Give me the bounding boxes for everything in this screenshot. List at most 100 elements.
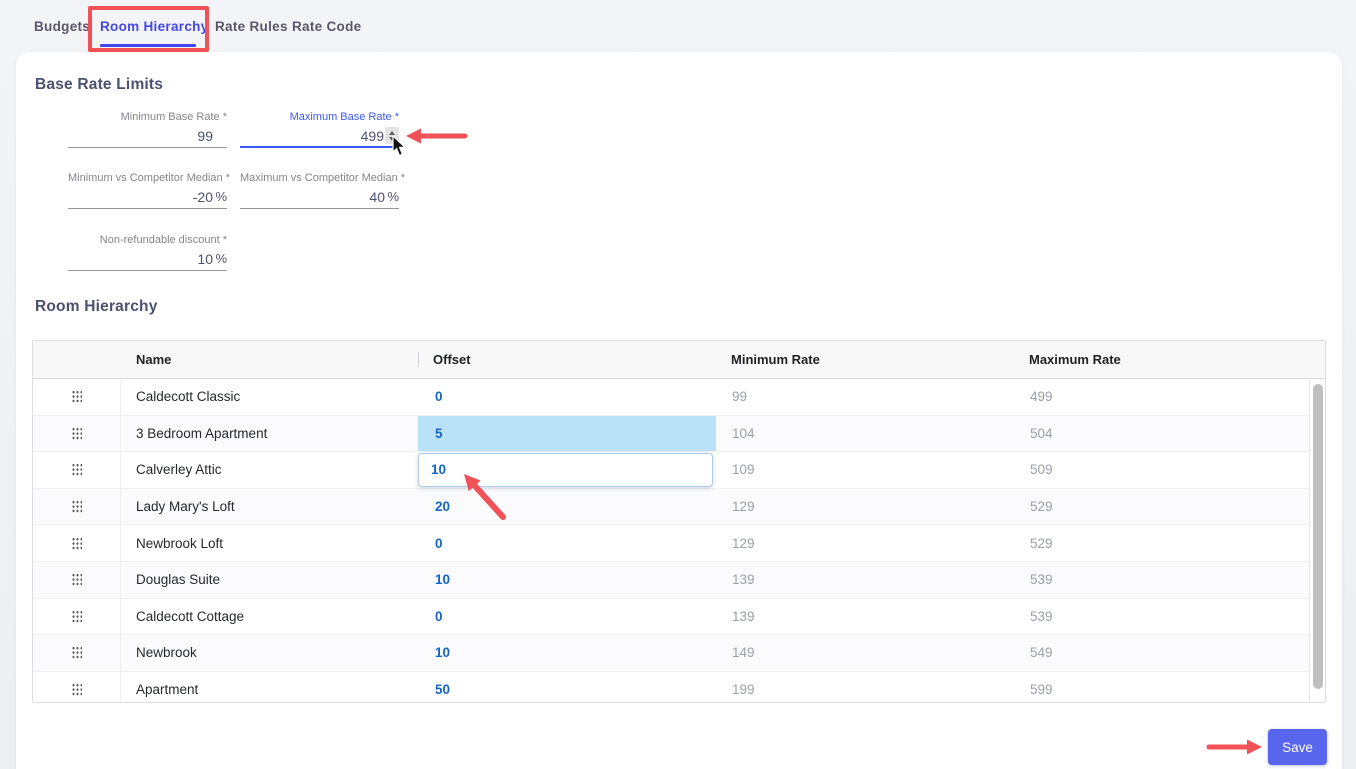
table-row: Douglas Suite 10 139 539 bbox=[33, 562, 1325, 599]
drag-handle-icon[interactable] bbox=[71, 499, 82, 514]
room-name-cell: Newbrook bbox=[121, 635, 418, 671]
field-label: Minimum vs Competitor Median * bbox=[68, 172, 227, 184]
min-vs-competitor-input[interactable]: -20 bbox=[193, 189, 213, 205]
room-name-cell: Caldecott Classic bbox=[121, 379, 418, 415]
minimum-rate-cell: 129 bbox=[716, 489, 1014, 525]
table-row: 3 Bedroom Apartment 5 104 504 bbox=[33, 416, 1325, 453]
offset-cell[interactable]: 10 bbox=[418, 562, 716, 598]
drag-handle-icon[interactable] bbox=[71, 536, 82, 551]
maximum-base-rate-field: Maximum Base Rate * 499 bbox=[240, 111, 399, 148]
minimum-rate-cell: 99 bbox=[716, 379, 1014, 415]
minimum-rate-cell: 139 bbox=[716, 599, 1014, 635]
column-divider bbox=[418, 352, 419, 367]
minimum-base-rate-input[interactable]: 99 bbox=[197, 128, 213, 144]
maximum-rate-cell: 499 bbox=[1014, 379, 1325, 415]
drag-handle-cell bbox=[33, 672, 121, 703]
offset-cell[interactable]: 20 bbox=[418, 489, 716, 525]
drag-handle-column-header bbox=[33, 341, 121, 378]
table-row: Caldecott Cottage 0 139 539 bbox=[33, 599, 1325, 636]
minimum-rate-column-header: Minimum Rate bbox=[716, 341, 1014, 378]
number-stepper-icon[interactable] bbox=[385, 127, 399, 144]
maximum-rate-cell: 599 bbox=[1014, 672, 1325, 703]
drag-handle-icon[interactable] bbox=[71, 645, 82, 660]
field-underline bbox=[68, 208, 227, 209]
field-underline-focused bbox=[240, 146, 399, 148]
scrollbar-thumb[interactable] bbox=[1313, 384, 1323, 689]
room-name-cell: Newbrook Loft bbox=[121, 525, 418, 561]
minimum-rate-cell: 149 bbox=[716, 635, 1014, 671]
drag-handle-icon[interactable] bbox=[71, 462, 82, 477]
maximum-rate-cell: 529 bbox=[1014, 525, 1325, 561]
tab-rate-rules[interactable]: Rate Rules bbox=[215, 0, 288, 52]
room-name-cell: Apartment bbox=[121, 672, 418, 703]
maximum-base-rate-input[interactable]: 499 bbox=[361, 128, 384, 144]
tab-rate-code[interactable]: Rate Code bbox=[292, 0, 361, 52]
maximum-rate-cell: 509 bbox=[1014, 452, 1325, 488]
stepper-up-icon[interactable] bbox=[389, 131, 395, 135]
room-name-cell: 3 Bedroom Apartment bbox=[121, 416, 418, 452]
non-refundable-discount-input[interactable]: 10 bbox=[197, 251, 213, 267]
save-button[interactable]: Save bbox=[1268, 729, 1327, 765]
offset-cell[interactable]: 10 bbox=[418, 453, 713, 487]
non-refundable-discount-field: Non-refundable discount * 10 % bbox=[68, 234, 227, 271]
drag-handle-cell bbox=[33, 379, 121, 415]
maximum-rate-cell: 549 bbox=[1014, 635, 1325, 671]
offset-cell[interactable]: 0 bbox=[418, 599, 716, 635]
table-row: Newbrook 10 149 549 bbox=[33, 635, 1325, 672]
table-row: Lady Mary's Loft 20 129 529 bbox=[33, 489, 1325, 526]
offset-cell[interactable]: 0 bbox=[418, 525, 716, 561]
field-underline bbox=[68, 270, 227, 271]
max-vs-competitor-median-field: Maximum vs Competitor Median * 40 % bbox=[240, 172, 399, 209]
room-hierarchy-heading: Room Hierarchy bbox=[35, 298, 158, 316]
room-name-cell: Calverley Attic bbox=[121, 452, 418, 488]
minimum-rate-cell: 104 bbox=[716, 416, 1014, 452]
tab-budgets[interactable]: Budgets bbox=[34, 0, 90, 52]
offset-cell[interactable]: 50 bbox=[418, 672, 716, 703]
field-label: Non-refundable discount * bbox=[68, 234, 227, 246]
drag-handle-icon[interactable] bbox=[71, 682, 82, 697]
maximum-rate-cell: 529 bbox=[1014, 489, 1325, 525]
max-vs-competitor-input[interactable]: 40 bbox=[369, 189, 385, 205]
drag-handle-cell bbox=[33, 599, 121, 635]
offset-column-header: Offset bbox=[418, 341, 716, 378]
percent-suffix: % bbox=[385, 189, 399, 204]
drag-handle-icon[interactable] bbox=[71, 609, 82, 624]
room-hierarchy-table: Name Offset Minimum Rate Maximum Rate Ca… bbox=[32, 340, 1326, 703]
table-scrollbar[interactable] bbox=[1309, 380, 1325, 702]
drag-handle-cell bbox=[33, 635, 121, 671]
table-row: Caldecott Classic 0 99 499 bbox=[33, 379, 1325, 416]
field-label: Maximum vs Competitor Median * bbox=[240, 172, 399, 184]
room-name-cell: Lady Mary's Loft bbox=[121, 489, 418, 525]
drag-handle-cell bbox=[33, 452, 121, 488]
field-label: Maximum Base Rate * bbox=[240, 111, 399, 123]
percent-suffix: % bbox=[213, 251, 227, 266]
content-card: Base Rate Limits Minimum Base Rate * 99 … bbox=[16, 52, 1342, 769]
table-row: Apartment 50 199 599 bbox=[33, 672, 1325, 703]
annotation-arrow-right-icon bbox=[1206, 738, 1264, 756]
minimum-rate-cell: 129 bbox=[716, 525, 1014, 561]
active-tab-underline bbox=[100, 44, 196, 47]
base-rate-limits-heading: Base Rate Limits bbox=[35, 76, 163, 94]
minimum-base-rate-field: Minimum Base Rate * 99 bbox=[68, 111, 227, 148]
drag-handle-icon[interactable] bbox=[71, 426, 82, 441]
room-name-cell: Douglas Suite bbox=[121, 562, 418, 598]
name-column-header: Name bbox=[121, 341, 418, 378]
stepper-down-icon[interactable] bbox=[389, 137, 395, 141]
drag-handle-icon[interactable] bbox=[71, 389, 82, 404]
drag-handle-icon[interactable] bbox=[71, 572, 82, 587]
table-row: Newbrook Loft 0 129 529 bbox=[33, 525, 1325, 562]
drag-handle-cell bbox=[33, 489, 121, 525]
maximum-rate-column-header: Maximum Rate bbox=[1014, 341, 1325, 378]
drag-handle-cell bbox=[33, 416, 121, 452]
drag-handle-cell bbox=[33, 525, 121, 561]
offset-cell[interactable]: 5 bbox=[418, 416, 716, 452]
annotation-arrow-left-icon bbox=[404, 127, 468, 145]
tab-bar: Budgets Room Hierarchy Rate Rules Rate C… bbox=[0, 0, 1356, 52]
minimum-rate-cell: 139 bbox=[716, 562, 1014, 598]
room-name-cell: Caldecott Cottage bbox=[121, 599, 418, 635]
min-vs-competitor-median-field: Minimum vs Competitor Median * -20 % bbox=[68, 172, 227, 209]
minimum-rate-cell: 199 bbox=[716, 672, 1014, 703]
offset-cell[interactable]: 0 bbox=[418, 379, 716, 415]
offset-cell[interactable]: 10 bbox=[418, 635, 716, 671]
minimum-rate-cell: 109 bbox=[716, 452, 1014, 488]
